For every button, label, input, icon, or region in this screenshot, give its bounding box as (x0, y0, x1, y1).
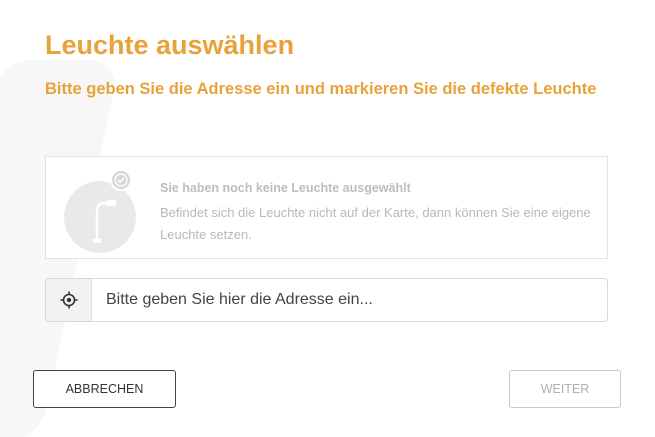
next-button[interactable]: WEITER (509, 370, 621, 408)
info-title: Sie haben noch keine Leuchte ausgewählt (160, 181, 411, 195)
address-input[interactable] (92, 279, 607, 321)
page-title: Leuchte auswählen (45, 30, 295, 60)
page-subtitle: Bitte geben Sie die Adresse ein und mark… (45, 80, 597, 98)
location-target-icon[interactable] (46, 279, 92, 321)
cancel-button[interactable]: ABBRECHEN (33, 370, 176, 408)
address-search (45, 278, 608, 322)
no-lamp-selected-box: Sie haben noch keine Leuchte ausgewählt … (45, 156, 608, 259)
check-icon (110, 169, 132, 191)
info-text: Befindet sich die Leuchte nicht auf der … (160, 205, 591, 242)
